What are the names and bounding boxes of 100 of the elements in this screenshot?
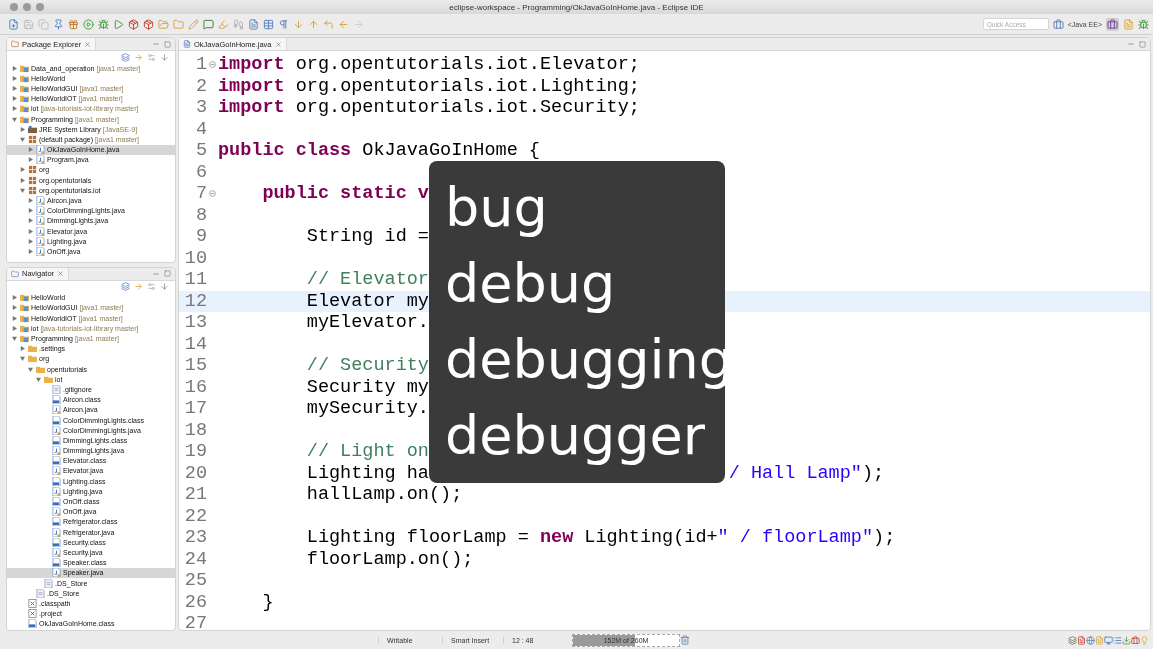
trash-icon[interactable] — [680, 635, 690, 645]
close-icon[interactable] — [274, 40, 282, 48]
expanded-arrow-icon[interactable] — [12, 116, 17, 122]
code-line: mySecurity. — [305, 398, 429, 420]
collapsed-arrow-icon[interactable] — [20, 346, 25, 352]
line-number: 18 — [183, 419, 207, 441]
line-number: 24 — [183, 548, 207, 570]
class-file-icon — [52, 537, 61, 547]
line-number: 27 — [183, 613, 207, 630]
save-icon[interactable] — [23, 18, 34, 30]
code-line: hallLamp.on(); — [305, 484, 463, 506]
lightbulb-icon[interactable] — [1140, 635, 1149, 645]
expanded-arrow-icon[interactable] — [20, 187, 25, 193]
line-number: 10 — [183, 247, 207, 269]
maximize-icon[interactable] — [164, 40, 171, 48]
filter-icon[interactable] — [147, 52, 156, 62]
package-icon[interactable] — [128, 18, 139, 30]
fold-icon[interactable] — [209, 61, 216, 69]
class-file-icon — [52, 517, 61, 527]
line-number: 7 — [194, 183, 207, 205]
file-icon — [44, 578, 53, 588]
open-perspective-icon[interactable] — [1052, 18, 1064, 30]
pencil-icon[interactable] — [188, 18, 199, 30]
code-line: import org.opentutorials.iot.Security; — [218, 97, 640, 119]
close-icon[interactable] — [84, 40, 92, 48]
line-number: 16 — [183, 376, 207, 398]
minimize-window-button[interactable] — [23, 3, 31, 11]
up-arrow-icon[interactable] — [308, 18, 319, 30]
file-icon — [36, 588, 45, 598]
project-folder-icon — [20, 63, 29, 73]
comment-icon[interactable] — [203, 18, 214, 30]
debug-perspective-icon[interactable] — [1138, 18, 1149, 30]
line-number: 23 — [183, 527, 207, 549]
caption-word: debug — [445, 251, 617, 317]
zoom-window-button[interactable] — [36, 3, 44, 11]
open-folder-icon[interactable] — [158, 18, 169, 30]
fold-icon[interactable] — [209, 190, 216, 198]
run-icon[interactable] — [113, 18, 124, 30]
class-file-icon — [52, 456, 61, 466]
project-folder-icon — [20, 73, 29, 83]
layers-icon[interactable] — [1068, 635, 1077, 645]
package-icon — [28, 165, 37, 175]
code-line: // Elevator — [305, 269, 429, 291]
code-line: public class OkJavaGoInHome { — [218, 140, 540, 162]
close-window-button[interactable] — [10, 3, 18, 11]
return-arrow-icon[interactable] — [323, 18, 334, 30]
caption-word: debugging — [445, 327, 725, 393]
briefcase-icon[interactable] — [1131, 635, 1140, 645]
pilcrow-icon[interactable] — [278, 18, 289, 30]
code-line: } — [261, 591, 274, 613]
line-number: 6 — [194, 161, 207, 183]
project-folder-icon — [20, 323, 29, 333]
document-icon[interactable] — [1077, 635, 1086, 645]
table-icon[interactable] — [263, 18, 274, 30]
highlighter-icon[interactable] — [218, 18, 229, 30]
java-file-icon — [52, 466, 61, 476]
minimize-icon[interactable] — [1127, 40, 1135, 48]
expanded-arrow-icon[interactable] — [20, 136, 25, 142]
gift-icon[interactable] — [68, 18, 79, 30]
monitor-icon[interactable] — [1104, 635, 1113, 645]
line-number: 12 — [183, 290, 207, 312]
save-all-icon[interactable] — [38, 18, 49, 30]
debug-icon[interactable] — [98, 18, 109, 30]
new-file-icon[interactable] — [8, 18, 19, 30]
line-number: 14 — [183, 333, 207, 355]
run-circle-icon[interactable] — [83, 18, 94, 30]
maximize-icon[interactable] — [1139, 40, 1146, 48]
collapsed-arrow-icon[interactable] — [20, 126, 25, 132]
project-folder-icon — [20, 303, 29, 313]
expanded-arrow-icon[interactable] — [12, 336, 17, 342]
package-icon — [28, 175, 37, 185]
download-icon[interactable] — [1122, 635, 1131, 645]
project-folder-icon — [20, 334, 29, 344]
code-line: import org.opentutorials.iot.Elevator; — [218, 54, 640, 76]
java-perspective-button[interactable] — [1106, 17, 1119, 31]
filter-icon[interactable] — [147, 282, 156, 292]
footprints-icon[interactable] — [233, 18, 244, 30]
close-icon[interactable] — [57, 270, 65, 278]
folder-icon[interactable] — [173, 18, 184, 30]
minimize-icon[interactable] — [152, 40, 160, 48]
java-file-icon — [36, 246, 45, 256]
code-line: // Light on — [305, 441, 429, 463]
down-arrow-icon[interactable] — [293, 18, 304, 30]
code-line: // Security — [305, 355, 429, 377]
line-number: 22 — [183, 505, 207, 527]
list-icon[interactable] — [1113, 635, 1122, 645]
line-number: 9 — [194, 226, 207, 248]
java-file-icon — [52, 425, 61, 435]
java-file-icon — [52, 405, 61, 415]
maximize-icon[interactable] — [164, 270, 171, 278]
project-folder-icon — [20, 114, 29, 124]
java-file-icon — [52, 507, 61, 517]
line-number: 5 — [194, 140, 207, 162]
xml-file-icon — [28, 598, 37, 608]
project-folder-icon — [20, 293, 29, 303]
back-arrow-icon[interactable] — [338, 18, 349, 30]
globe-icon[interactable] — [1086, 635, 1095, 645]
pin-icon[interactable] — [53, 18, 64, 30]
java-file-icon — [52, 527, 61, 537]
document-icon[interactable] — [248, 18, 259, 30]
